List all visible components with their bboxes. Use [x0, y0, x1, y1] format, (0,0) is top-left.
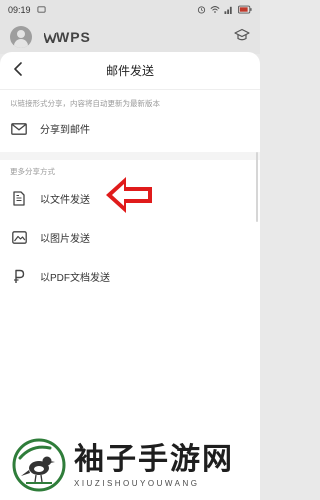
wifi-icon	[210, 5, 220, 16]
send-as-image-label: 以图片发送	[40, 234, 90, 245]
site-watermark: 袖子手游网 XIUZISHOUYOUWANG	[0, 430, 260, 500]
battery-icon	[238, 5, 252, 16]
app-header: WPS	[0, 20, 260, 54]
share-to-mail-option[interactable]: 分享到邮件	[0, 109, 260, 148]
share-to-mail-label: 分享到邮件	[40, 125, 90, 136]
mail-icon	[10, 120, 28, 138]
scrollbar[interactable]	[256, 152, 258, 222]
pdf-icon	[10, 268, 28, 286]
avatar[interactable]	[10, 26, 32, 48]
alarm-icon	[197, 5, 206, 16]
send-as-image-option[interactable]: 以图片发送	[0, 218, 260, 257]
signal-icon	[224, 5, 234, 16]
status-time: 09:19	[8, 5, 31, 15]
send-as-pdf-option[interactable]: 以PDF文档发送	[0, 257, 260, 296]
page-title: 邮件发送	[105, 64, 154, 78]
send-as-file-label: 以文件发送	[40, 195, 90, 206]
chevron-left-icon	[13, 61, 23, 81]
graduation-cap-icon[interactable]	[234, 28, 250, 47]
link-share-note: 以链接形式分享，内容将自动更新为最新版本	[10, 99, 160, 108]
document-icon	[10, 190, 28, 208]
brand-logo: WPS	[43, 29, 91, 46]
status-notify-icon	[36, 5, 46, 16]
image-icon	[10, 229, 28, 247]
watermark-cn: 袖子手游网	[74, 441, 234, 477]
sheet-header: 邮件发送	[0, 52, 260, 90]
section-divider	[0, 152, 260, 160]
status-bar: 09:19	[0, 0, 260, 20]
back-button[interactable]	[8, 61, 28, 81]
send-as-pdf-label: 以PDF文档发送	[40, 273, 110, 284]
bird-logo-icon	[12, 438, 66, 492]
red-arrow-annotation	[104, 174, 154, 221]
watermark-en: XIUZISHOUYOUWANG	[74, 478, 200, 488]
